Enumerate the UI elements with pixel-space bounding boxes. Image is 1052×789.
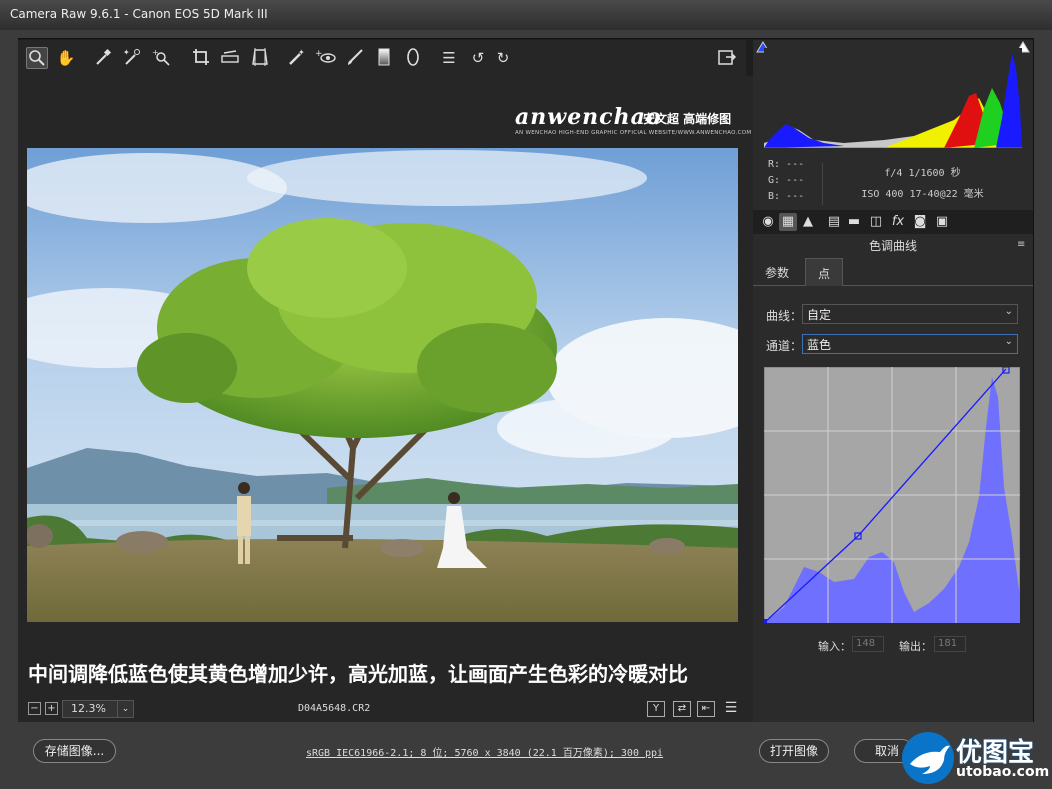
window-title: Camera Raw 9.6.1 - Canon EOS 5D Mark III [10,7,268,21]
bird-logo-icon [902,732,954,784]
channel-value: 蓝色 [807,338,832,352]
export-icon[interactable] [716,47,738,69]
targeted-adjustment-tool-icon[interactable]: + [151,47,173,69]
zoom-level-value: 12.3% [71,702,106,715]
effects-panel-icon[interactable]: fx [889,213,907,231]
red-eye-removal-tool-icon[interactable]: + [315,47,337,69]
logo-cn: 安文超 高端修图 [643,112,732,126]
rotate-right-icon[interactable]: ↻ [492,47,514,69]
tone-curve-panel-icon[interactable]: ▦ [779,213,797,231]
zoom-tool-icon[interactable] [26,47,48,69]
input-value-field[interactable]: 148 [852,636,884,652]
svg-text:✦: ✦ [298,48,305,57]
split-toning-panel-icon[interactable]: ▬ [845,213,863,231]
site-watermark: 优图宝 utobao.com [900,730,1050,786]
copy-settings-icon[interactable]: ⇤ [697,701,715,717]
watermark-logo: anwenchao 安文超 高端修图 AN WENCHAO HIGH-END G… [515,104,752,136]
exif-iso-lens: ISO 400 17-40@22 毫米 [861,189,984,200]
preview-photo[interactable] [27,148,738,622]
camera-calibration-panel-icon[interactable]: ◙ [911,213,929,231]
rgb-readout: R: --- G: --- B: --- [768,157,804,205]
zoom-level-select[interactable]: 12.3% ⌄ [62,700,134,718]
red-value: R: --- [768,159,805,170]
zoom-out-button[interactable]: − [28,702,41,715]
curve-point [764,619,767,623]
histogram [764,48,1022,148]
output-value-field[interactable]: 181 [934,636,966,652]
blue-value: B: --- [768,191,805,202]
color-sampler-tool-icon[interactable]: ✦ [121,47,143,69]
hsl-panel-icon[interactable]: ▤ [825,213,843,231]
view-settings-icon[interactable]: ☰ [722,701,740,717]
toolbar: ✋ ✦ + ✦ + ☰ ↺ ↻ [18,40,746,76]
tutorial-caption: 中间调降低蓝色使其黄色增加少许，高光加蓝，让画面产生色彩的冷暖对比 [28,662,688,686]
white-balance-tool-icon[interactable] [92,47,114,69]
before-after-view-icon[interactable]: Y [647,701,665,717]
tab-parametric[interactable]: 参数 [753,258,801,286]
preferences-list-icon[interactable]: ☰ [438,47,460,69]
svg-text:+: + [152,48,159,57]
straighten-tool-icon[interactable] [219,47,241,69]
file-name: D04A5648.CR2 [298,703,371,714]
radial-filter-icon[interactable] [402,47,424,69]
exif-aperture-shutter: f/4 1/1600 秒 [884,168,961,179]
window-title-bar: Camera Raw 9.6.1 - Canon EOS 5D Mark III [0,0,1052,30]
curve-preset-value: 自定 [807,308,832,322]
transform-tool-icon[interactable] [249,47,271,69]
watermark-url: utobao.com [956,764,1050,780]
adjustment-brush-icon[interactable] [344,47,366,69]
input-label: 输入： [818,640,851,653]
open-image-button[interactable]: 打开图像 [759,739,829,763]
lens-corrections-panel-icon[interactable]: ◫ [867,213,885,231]
exif-info: f/4 1/1600 秒 ISO 400 17-40@22 毫米 [822,163,1022,205]
channel-select[interactable]: 蓝色 ⌄ [802,334,1018,354]
chevron-down-icon: ⌄ [1004,336,1013,347]
spot-removal-tool-icon[interactable]: ✦ [286,47,308,69]
basic-panel-icon[interactable]: ◉ [759,213,777,231]
graduated-filter-icon[interactable] [373,47,395,69]
rotate-left-icon[interactable]: ↺ [467,47,489,69]
tab-point[interactable]: 点 [805,258,844,286]
curve-subtabs: 参数 点 [753,258,1033,286]
presets-panel-icon[interactable]: ▣ [933,213,951,231]
tone-curve-graph[interactable] [764,367,1020,623]
workflow-options-link[interactable]: sRGB IEC61966-2.1; 8 位; 5760 x 3840 (22.… [306,744,663,759]
curve-preset-select[interactable]: 自定 ⌄ [802,304,1018,324]
preview-status-bar: − + 12.3% ⌄ D04A5648.CR2 Y ⇄ ⇤ ☰ [18,696,753,722]
detail-panel-icon[interactable]: ▲ [799,213,817,231]
svg-text:✦: ✦ [123,48,130,57]
curve-label: 曲线： [766,309,803,323]
logo-subtext: AN WENCHAO HIGH-END GRAPHIC OFFICIAL WEB… [515,130,752,136]
swap-settings-icon[interactable]: ⇄ [673,701,691,717]
output-label: 输出： [899,640,932,653]
save-image-button[interactable]: 存储图像... [33,739,116,763]
hand-tool-icon[interactable]: ✋ [55,47,77,69]
panel-tab-strip: ◉ ▦ ▲ ▤ ▬ ◫ fx ◙ ▣ [753,210,1033,234]
green-value: G: --- [768,175,805,186]
zoom-in-button[interactable]: + [45,702,58,715]
panel-title: 色调曲线 [753,234,1033,256]
channel-label: 通道： [766,339,803,353]
crop-tool-icon[interactable] [190,47,212,69]
chevron-down-icon: ⌄ [117,701,133,717]
chevron-down-icon: ⌄ [1004,306,1013,317]
panel-menu-icon[interactable]: ≡ [1017,239,1025,250]
